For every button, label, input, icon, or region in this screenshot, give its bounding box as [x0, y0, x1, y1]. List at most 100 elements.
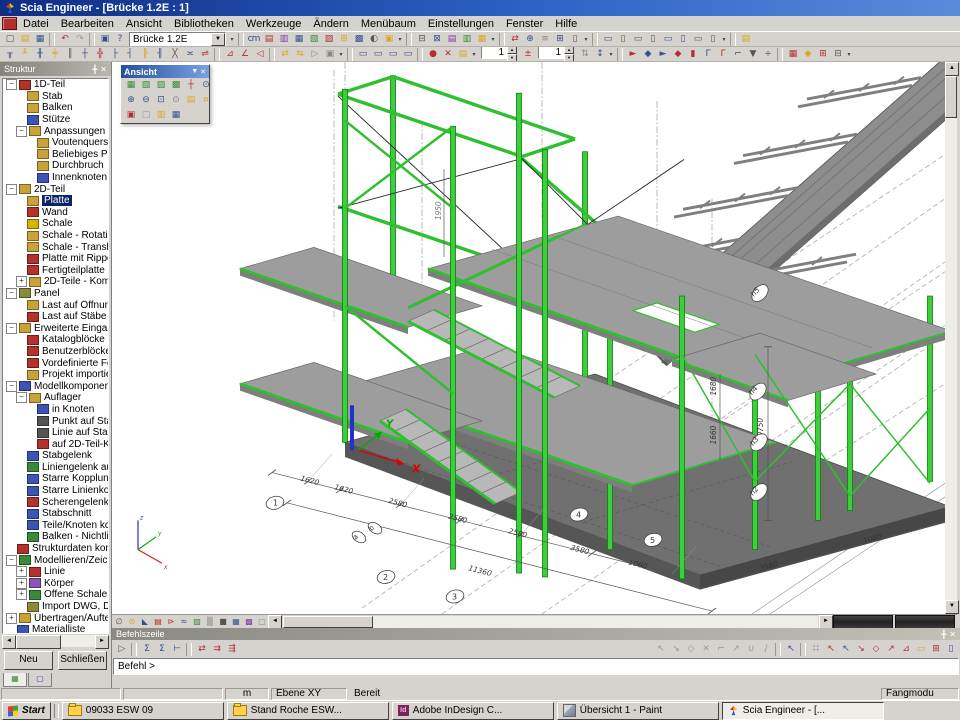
snap-tangent-button[interactable]: ↗: [883, 643, 898, 656]
snap-perp-off-button[interactable]: ⌐: [713, 643, 728, 656]
solid-button[interactable]: ■: [216, 616, 229, 628]
project-combobox[interactable]: Brücke 1.2E ▼: [129, 32, 226, 47]
tree-item[interactable]: +Offene Schale: [3, 589, 108, 601]
snap-end-off-button[interactable]: ↖: [653, 643, 668, 656]
window-button[interactable]: ▣: [97, 33, 112, 46]
table-button[interactable]: ▩: [351, 33, 366, 46]
new-window-button[interactable]: ▭: [690, 33, 705, 46]
split-view-button[interactable]: ▭: [660, 33, 675, 46]
transparent-button[interactable]: ▒: [203, 616, 216, 628]
tree-item[interactable]: −1D-Teil: [3, 79, 108, 91]
axis-view-button[interactable]: ┼: [183, 79, 198, 92]
tree-item[interactable]: −Modellieren/Zeichnen: [3, 554, 108, 566]
tree-item[interactable]: Benutzerblöcke: [3, 346, 108, 358]
close-icon[interactable]: ✕: [200, 68, 206, 76]
tree-item[interactable]: Innenknoten: [3, 172, 108, 184]
tree-item[interactable]: Liniengelenk auf 2D: [3, 462, 108, 474]
open-project-button[interactable]: ▤: [17, 33, 32, 46]
right-joint-button[interactable]: ┤: [122, 48, 137, 61]
sum2-button[interactable]: Σ: [154, 643, 169, 656]
link-button[interactable]: ⇄: [507, 33, 522, 46]
viewport-horizontal-scrollbar[interactable]: [283, 616, 818, 628]
view-top-button[interactable]: ▩: [168, 79, 183, 92]
load-moment-button[interactable]: Γ: [700, 48, 715, 61]
toolbar-overflow-icon[interactable]: ▾: [228, 36, 236, 43]
wireframe-button[interactable]: ∅: [112, 616, 125, 628]
menu-menbaum[interactable]: Menübaum: [355, 17, 422, 31]
section-button[interactable]: ▩: [242, 616, 255, 628]
haunch-button[interactable]: ╟: [137, 48, 152, 61]
load-divide-button[interactable]: ÷: [760, 48, 775, 61]
flag-button[interactable]: ⊳: [164, 616, 177, 628]
beam-vertical-button[interactable]: ╥: [2, 48, 17, 61]
toolbar-overflow-icon[interactable]: ▾: [845, 51, 853, 58]
tree-item[interactable]: Beliebiges Profil: [3, 149, 108, 161]
toolbar-overflow-icon[interactable]: ▾: [337, 51, 345, 58]
tree-item[interactable]: Materialliste: [3, 624, 108, 634]
clip-box-button[interactable]: ▥: [153, 109, 168, 122]
mirror-button[interactable]: ▷: [307, 48, 322, 61]
toolbar-overflow-icon[interactable]: ▾: [470, 51, 478, 58]
snap-raster-button[interactable]: ⊞: [928, 643, 943, 656]
tree-item[interactable]: Starre Kopplungen: [3, 473, 108, 485]
combobox-dropdown-icon[interactable]: ▼: [211, 33, 225, 46]
group-button[interactable]: ◆: [800, 48, 815, 61]
expand-toggle-icon[interactable]: −: [6, 184, 17, 195]
tack-button[interactable]: ⊢: [169, 643, 184, 656]
tree-item[interactable]: Scherengelenk: [3, 496, 108, 508]
expand-toggle-icon[interactable]: −: [6, 79, 17, 90]
snap-mid-button[interactable]: ↘: [853, 643, 868, 656]
ansicht-toolbar-header[interactable]: Ansicht ▼ ✕: [121, 65, 209, 78]
start-button[interactable]: Start: [2, 702, 51, 720]
grid-view-button[interactable]: ▦: [229, 616, 242, 628]
layer-select-button[interactable]: ↕: [592, 48, 607, 61]
tree-item[interactable]: −2D-Teil: [3, 183, 108, 195]
layer-up-button[interactable]: ⇅: [577, 48, 592, 61]
expand-toggle-icon[interactable]: −: [16, 126, 27, 137]
swap-button[interactable]: ⇌: [197, 48, 212, 61]
activity-spinner-2[interactable]: 1 ▲▼: [538, 47, 574, 62]
texture-button[interactable]: ▨: [190, 616, 203, 628]
clipboard-button[interactable]: ▧: [306, 33, 321, 46]
pin-icon[interactable]: ╋: [941, 630, 946, 639]
status-unit[interactable]: m: [225, 688, 269, 700]
menu-ansicht[interactable]: Ansicht: [120, 17, 168, 31]
tree-item[interactable]: Stabschnitt: [3, 508, 108, 520]
crossbeam-button[interactable]: ╪: [47, 48, 62, 61]
shell-tool-button[interactable]: ◁: [252, 48, 267, 61]
layers-button[interactable]: ▦: [291, 33, 306, 46]
tree-item[interactable]: Last auf Stäbe: [3, 311, 108, 323]
beam-bottom-button[interactable]: ╨: [17, 48, 32, 61]
render-button[interactable]: ◐: [366, 33, 381, 46]
mdi-document-icon[interactable]: [2, 17, 17, 30]
column-button[interactable]: ╫: [32, 48, 47, 61]
load-line-button[interactable]: ▮: [685, 48, 700, 61]
tree-item[interactable]: Projekt importieren (: [3, 369, 108, 381]
load-node-button[interactable]: ◆: [640, 48, 655, 61]
snap-cursor-button[interactable]: ↖: [783, 643, 798, 656]
zoom-doc-button[interactable]: ⊕: [522, 33, 537, 46]
activity-button[interactable]: ±: [520, 48, 535, 61]
load-down-button[interactable]: ▼: [745, 48, 760, 61]
tree-item[interactable]: in Knoten: [3, 404, 108, 416]
expand-toggle-icon[interactable]: −: [6, 555, 17, 566]
level-button[interactable]: ≍: [182, 48, 197, 61]
tile-horizontal-button[interactable]: ▭: [600, 33, 615, 46]
chevron-down-icon[interactable]: ▼: [191, 68, 198, 75]
tree-item[interactable]: Schale - Rotationsfl: [3, 230, 108, 242]
new-project-button[interactable]: ▢: [2, 33, 17, 46]
redo-button[interactable]: ↷: [72, 33, 87, 46]
tree-item[interactable]: Platte mit Rippen: [3, 253, 108, 265]
tree-item[interactable]: −Auflager: [3, 392, 108, 404]
spin-up-icon[interactable]: ▲: [507, 47, 517, 54]
menu-bibliotheken[interactable]: Bibliotheken: [168, 17, 240, 31]
node-button[interactable]: ┼: [77, 48, 92, 61]
menu-werkzeuge[interactable]: Werkzeuge: [240, 17, 307, 31]
print-data-button[interactable]: ▤: [261, 33, 276, 46]
shaded-button[interactable]: ◣: [138, 616, 151, 628]
scroll-down-icon[interactable]: ▼: [945, 600, 959, 614]
model-viewport[interactable]: X Y z x y: [112, 62, 957, 628]
empty-view-button[interactable]: ▢: [255, 616, 268, 628]
expand-toggle-icon[interactable]: +: [16, 566, 27, 577]
expand-toggle-icon[interactable]: +: [6, 613, 17, 624]
